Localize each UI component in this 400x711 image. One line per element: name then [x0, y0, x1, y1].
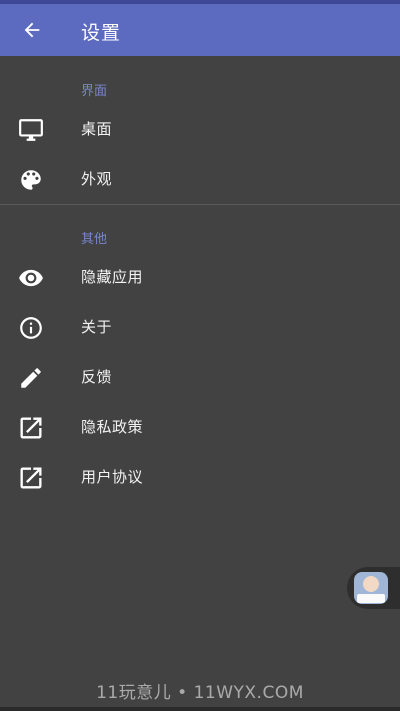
settings-item-label: 关于: [81, 318, 113, 336]
open-in-new-icon: [17, 464, 45, 492]
pencil-icon: [17, 364, 45, 392]
monitor-icon: [17, 116, 45, 144]
settings-list: 界面 桌面 外观 其他 隐藏应用 关于 反馈 隐私政策 用户协议: [0, 56, 400, 675]
settings-item-hidden-apps[interactable]: 隐藏应用: [0, 252, 400, 302]
info-icon: [17, 314, 45, 342]
arrow-back-icon: [24, 22, 40, 38]
watermark: 11玩意儿 • 11WYX.COM: [96, 683, 304, 703]
section-header-other: 其他: [81, 232, 108, 247]
settings-item-label: 桌面: [81, 120, 113, 138]
settings-item-label: 反馈: [81, 368, 113, 386]
open-in-new-icon: [17, 414, 45, 442]
palette-icon: [17, 166, 45, 194]
settings-item-label: 用户协议: [81, 468, 144, 486]
avatar: [354, 572, 388, 604]
avatar-face: [363, 576, 379, 592]
avatar-tag: [357, 594, 385, 603]
eye-icon: [17, 264, 45, 292]
settings-item-privacy-policy[interactable]: 隐私政策: [0, 402, 400, 452]
settings-item-label: 隐私政策: [81, 418, 144, 436]
settings-item-user-agreement[interactable]: 用户协议: [0, 452, 400, 502]
settings-item-feedback[interactable]: 反馈: [0, 352, 400, 402]
app-bar: 设置: [0, 4, 400, 56]
settings-item-label: 外观: [81, 170, 113, 188]
page-title: 设置: [81, 22, 122, 44]
navigation-bar: [0, 707, 400, 711]
floating-assistant-button[interactable]: [347, 567, 400, 609]
settings-item-about[interactable]: 关于: [0, 302, 400, 352]
settings-item-label: 隐藏应用: [81, 268, 144, 286]
settings-item-desktop[interactable]: 桌面: [0, 104, 400, 154]
settings-item-appearance[interactable]: 外观: [0, 154, 400, 204]
back-button[interactable]: [12, 10, 52, 50]
section-divider: [0, 204, 400, 205]
section-header-interface: 界面: [81, 84, 108, 99]
